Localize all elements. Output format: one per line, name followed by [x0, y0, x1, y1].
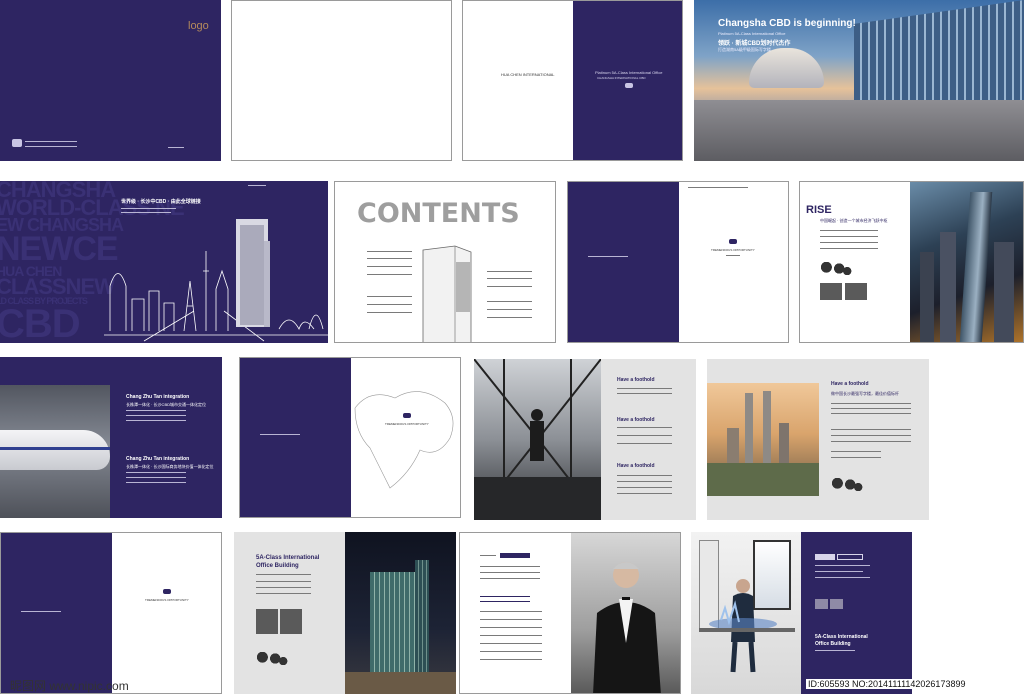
emblem-icon: [729, 239, 737, 244]
page-5a-office-navy: 5A-Class International Office Building: [801, 532, 912, 694]
contents-title: CONTENTS: [357, 198, 520, 229]
man-window-photo: [474, 359, 601, 520]
foothold-title-2: Have a foothold: [617, 417, 655, 423]
page-contents: CONTENTS: [334, 181, 556, 343]
fiveA-right-l1: 5A-Class International: [815, 634, 868, 640]
page-changsha-cbd-photo: Changsha CBD is beginning! Platinum 5A-C…: [694, 0, 1024, 161]
logo-text: logo: [188, 20, 209, 32]
emblem-icon: [625, 83, 633, 88]
changsha-title: Changsha CBD is beginning!: [718, 18, 856, 29]
page-foothold-skyline: Have a foothold 做中国长沙最强写字楼，最佳价值标杆: [707, 359, 929, 520]
image-placeholder: [815, 599, 828, 609]
page-opportunity-2: TREMENDOUS OPPORTUNITY: [239, 357, 461, 518]
city-night-photo: [910, 182, 1023, 342]
emblem-icon: [12, 139, 22, 147]
train-cn-1: 长株潭一体化 · 长沙CBD城市交通一体化定位: [126, 402, 206, 407]
watermark-id: ID:605593 NO:20141111142026173899: [806, 679, 968, 689]
man-hologram-photo: [699, 579, 795, 673]
page-opportunity-3: TREMENDOUS OPPORTUNITY: [0, 532, 222, 694]
foothold-title-3: Have a foothold: [617, 463, 655, 469]
tuxedo-man-photo: [571, 533, 680, 693]
rise-cn: 中国崛起 · 创造一个城市经济飞跃中枢: [820, 218, 888, 223]
hua-chen-label: HUA CHEN INTERNATIONAL: [501, 72, 555, 77]
fiveA-right-l2: Office Building: [815, 641, 851, 647]
world-map-icon: [820, 262, 852, 275]
page-foothold-office: Have a foothold Have a foothold Have a f…: [474, 359, 696, 520]
glass-tower-photo: [345, 532, 456, 694]
changsha-cn-title: 领跃 · 新城CBD划时代杰作: [718, 41, 791, 47]
watermark-site: 昵图网 www.nipic.com: [10, 679, 129, 693]
world-map-icon: [831, 478, 863, 491]
skyline-line-art: [104, 219, 328, 342]
page-hua-chen-spread: HUA CHEN INTERNATIONAL Platinum 5A-Class…: [462, 0, 683, 161]
emblem-icon: [403, 413, 411, 418]
page-world-class-cbd: CHANGSHA WORLD-CLASS NE EW CHANGSHA NEWC…: [0, 181, 328, 343]
changsha-sub: Platinum 5A-Class International Office: [718, 31, 786, 36]
rise-title: RISE: [806, 204, 832, 216]
page-cover-logo: logo: [0, 0, 221, 161]
page-train-integration: Chang Zhu Tan integration 长株潭一体化 · 长沙CBD…: [0, 357, 222, 518]
bullet-train-photo: [0, 385, 110, 518]
watermark-bar: 昵图网 www.nipic.com ID:605593 NO:201411111…: [0, 676, 1024, 694]
train-title-1: Chang Zhu Tan integration: [126, 394, 190, 400]
platinum-sub-label: CHANGSHA INTERNATIONAL CBD: [597, 76, 646, 80]
page-hologram-city: [691, 532, 801, 694]
image-placeholder: [845, 283, 867, 300]
image-placeholder: [830, 599, 843, 609]
emblem-icon: [163, 589, 171, 594]
fiveA-title-l1: 5A-Class International: [256, 555, 320, 561]
opportunity-label: TREMENDOUS OPPORTUNITY: [145, 598, 189, 602]
train-title-2: Chang Zhu Tan integration: [126, 456, 190, 462]
train-cn-2: 长株潭一体化 · 长沙国际商务地块价值一体化定位: [126, 464, 214, 469]
page-rise: RISE 中国崛起 · 创造一个城市经济飞跃中枢: [799, 181, 1024, 343]
page-tuxedo-man: [459, 532, 681, 694]
page-opportunity-1: TREMENDOUS OPPORTUNITY: [567, 181, 789, 343]
image-placeholder: [280, 609, 302, 634]
world-map-icon: [256, 652, 288, 665]
foothold-cn-4: 做中国长沙最强写字楼，最佳价值标杆: [831, 391, 899, 396]
foothold-title-1: Have a foothold: [617, 377, 655, 383]
platinum-label: Platinum 5A-Class International Office: [595, 70, 663, 75]
world-class-headline: 世界级 · 长沙中CBD · 由此全球链接: [121, 199, 201, 205]
page-blank-white: [231, 0, 452, 161]
page-5a-office-tower: 5A-Class International Office Building: [234, 532, 456, 694]
foothold-title-4: Have a foothold: [831, 381, 869, 387]
tower-sketch: [422, 245, 472, 342]
image-placeholder: [820, 283, 842, 300]
opportunity-label: TREMENDOUS OPPORTUNITY: [385, 422, 429, 426]
twin-towers-photo: [707, 383, 819, 496]
fiveA-title-l2: Office Building: [256, 563, 299, 569]
opportunity-label: TREMENDOUS OPPORTUNITY: [711, 248, 755, 252]
changsha-cn-sub: 打造湖南5A级甲级国际写字楼: [718, 47, 771, 52]
image-placeholder: [256, 609, 278, 634]
world-map-outline: [354, 391, 454, 489]
